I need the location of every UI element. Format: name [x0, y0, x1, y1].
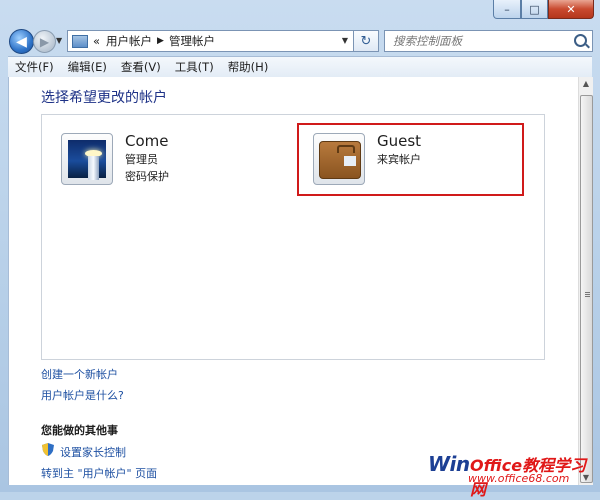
maximize-button[interactable]: □: [521, 0, 548, 19]
vertical-scrollbar[interactable]: ▲ ▼: [578, 77, 593, 485]
breadcrumb-separator-icon[interactable]: ▶: [157, 36, 164, 46]
search-box[interactable]: [384, 30, 593, 52]
lighthouse-icon: [61, 133, 113, 185]
search-input[interactable]: [391, 31, 575, 51]
recent-pages-dropdown[interactable]: ▼: [56, 36, 62, 45]
menu-help[interactable]: 帮助(H): [221, 59, 276, 75]
parental-controls-link[interactable]: 设置家长控制: [60, 444, 126, 460]
back-button[interactable]: ◀: [9, 29, 34, 54]
address-bar[interactable]: « 用户帐户 ▶ 管理帐户: [67, 30, 354, 52]
breadcrumb-user-accounts[interactable]: 用户帐户: [106, 33, 152, 49]
office68-url-watermark: www.office68.com: [468, 472, 570, 485]
breadcrumb-manage-accounts[interactable]: 管理帐户: [169, 33, 215, 49]
forward-button[interactable]: ▶: [33, 30, 56, 53]
shield-icon: [42, 443, 54, 456]
goto-user-accounts-link[interactable]: 转到主 "用户帐户" 页面: [41, 465, 157, 481]
account-name: Come: [125, 132, 169, 150]
account-status: 密码保护: [125, 170, 169, 183]
close-button[interactable]: ✕: [548, 0, 594, 19]
scroll-up-icon[interactable]: ▲: [579, 77, 593, 91]
account-come[interactable]: Come 管理员 密码保护: [61, 132, 169, 185]
selection-highlight: [297, 123, 524, 196]
search-icon[interactable]: [574, 34, 587, 47]
address-prefix: «: [93, 34, 101, 48]
account-type: 管理员: [125, 153, 158, 166]
minimize-button[interactable]: –: [493, 0, 521, 19]
window: – □ ✕ ◀ ▶ ▼ « 用户帐户 ▶ 管理帐户 ▼ ↻ 文件(F) 编辑(E…: [0, 0, 600, 499]
refresh-button[interactable]: ↻: [353, 30, 379, 52]
windows-logo-watermark: Win: [428, 452, 470, 476]
menu-file[interactable]: 文件(F): [8, 59, 61, 75]
menu-view[interactable]: 查看(V): [114, 59, 168, 75]
menu-tools[interactable]: 工具(T): [168, 59, 221, 75]
page-title: 选择希望更改的帐户: [41, 90, 167, 106]
create-account-link[interactable]: 创建一个新帐户: [41, 366, 118, 382]
menu-edit[interactable]: 编辑(E): [61, 59, 114, 75]
menu-bar: 文件(F) 编辑(E) 查看(V) 工具(T) 帮助(H): [8, 56, 592, 77]
what-is-account-link[interactable]: 用户帐户是什么?: [41, 387, 124, 403]
control-panel-icon: [72, 34, 88, 48]
scroll-thumb[interactable]: [580, 95, 593, 483]
grip-icon: [585, 292, 590, 293]
address-dropdown[interactable]: ▼: [338, 30, 352, 50]
caption-buttons: – □ ✕: [493, 0, 594, 19]
other-tasks-heading: 您能做的其他事: [41, 424, 118, 437]
